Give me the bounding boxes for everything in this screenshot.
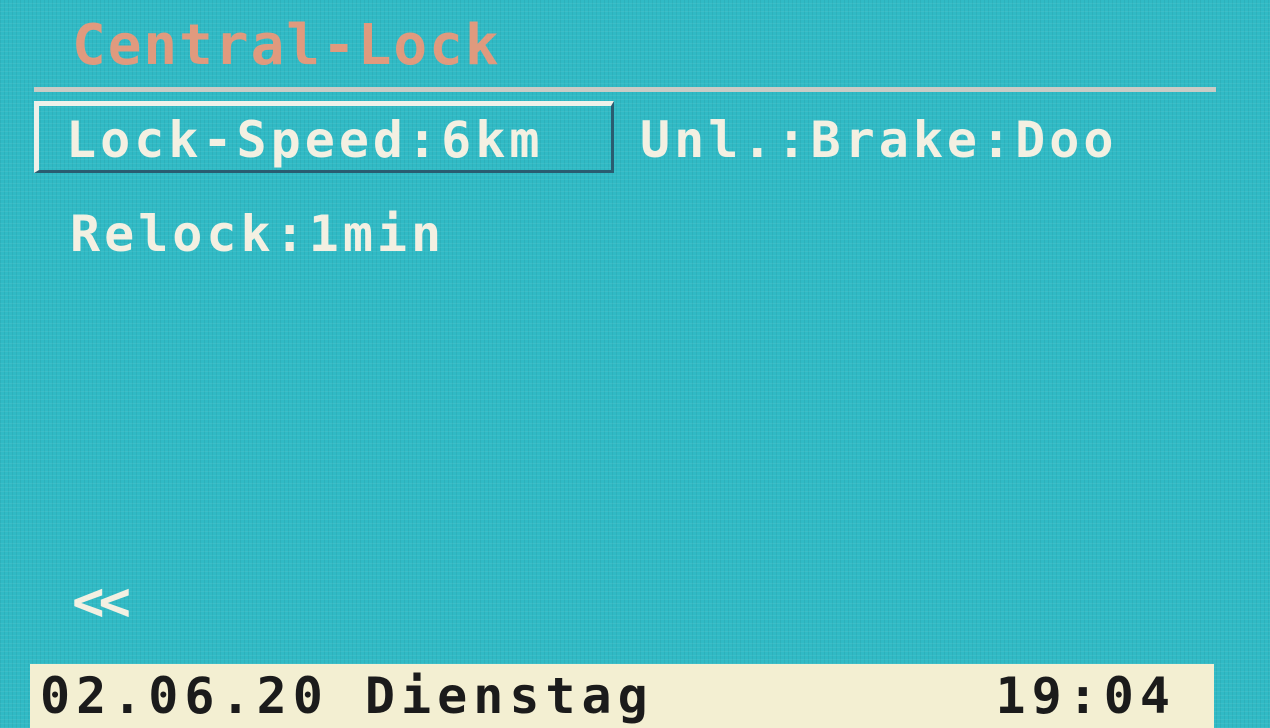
central-lock-screen: Central-Lock Lock-Speed:6km Unl.:Brake:D… (0, 0, 1270, 728)
status-date: 02.06.20 Dienstag (40, 667, 654, 725)
menu-item-unlock[interactable]: Unl.:Brake:Doo (640, 110, 1117, 170)
menu-item-relock[interactable]: Relock:1min (70, 204, 445, 264)
status-time: 19:04 (995, 667, 1176, 725)
status-bar: 02.06.20 Dienstag 19:04 (30, 664, 1214, 728)
title-divider (34, 87, 1216, 92)
menu-item-lock-speed[interactable]: Lock-Speed:6km (66, 110, 543, 170)
back-button[interactable]: << (72, 572, 131, 632)
page-title: Central-Lock (72, 13, 501, 78)
